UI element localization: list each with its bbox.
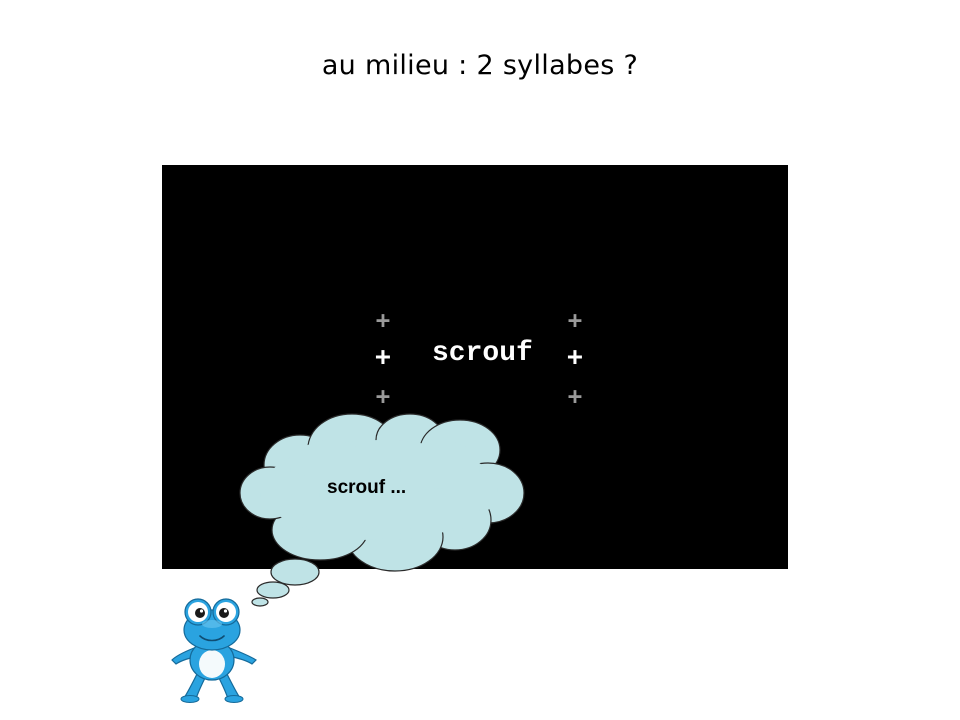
thought-bubble-text: scrouf ...	[327, 477, 407, 498]
thought-trail-bubble-large	[270, 558, 320, 586]
thought-bubble-cloud	[239, 413, 525, 607]
frog-mascot-icon	[171, 598, 257, 703]
